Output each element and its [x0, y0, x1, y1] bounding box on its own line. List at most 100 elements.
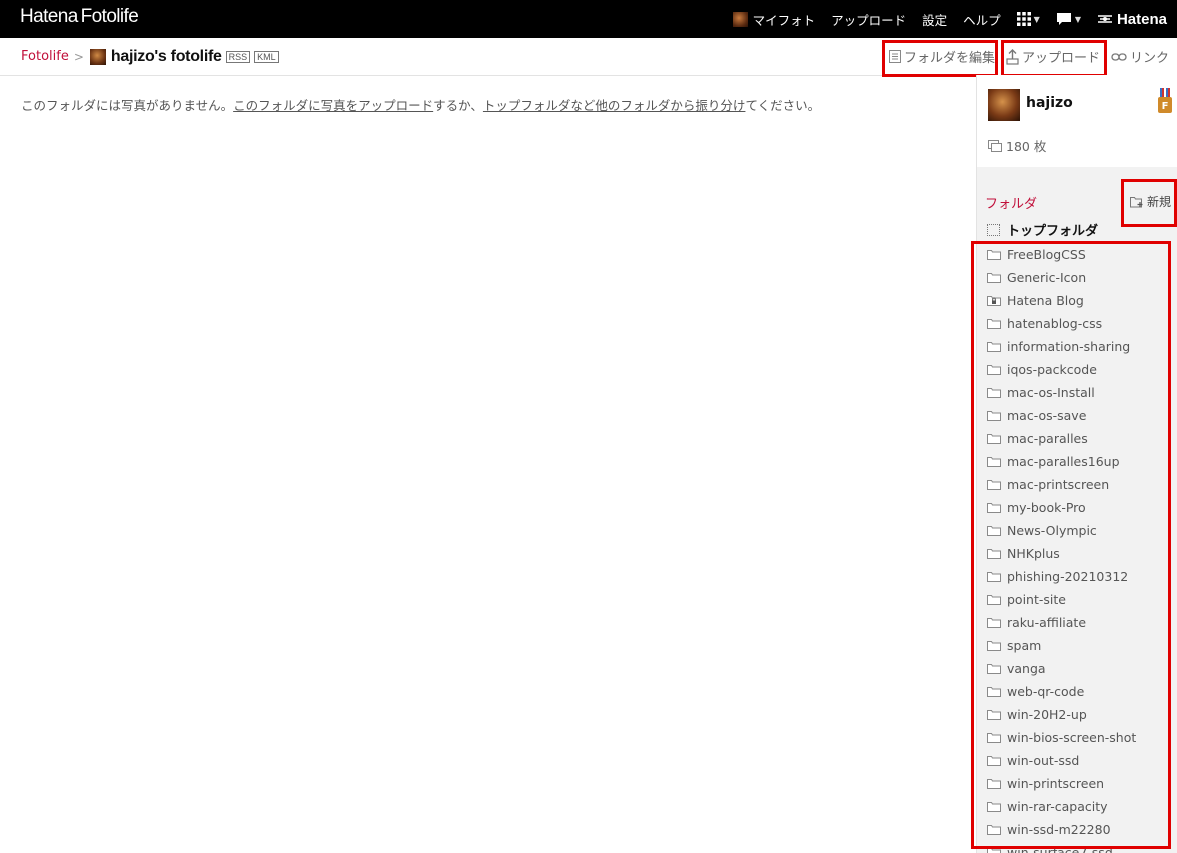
folder-item[interactable]: mac-printscreen [987, 473, 1136, 496]
avatar[interactable] [988, 89, 1020, 121]
folder-item[interactable]: hatenablog-css [987, 312, 1136, 335]
comment-icon [1056, 13, 1071, 25]
photos-icon [988, 139, 1002, 152]
folder-name: win-20H2-up [1007, 707, 1087, 722]
chevron-down-icon: ▼ [1033, 14, 1040, 24]
folder-name: hatenablog-css [1007, 316, 1103, 331]
folder-item[interactable]: mac-os-Install [987, 381, 1136, 404]
folder-icon [987, 365, 1001, 375]
medal-badge-icon[interactable]: F [1157, 88, 1173, 114]
brand-label: Hatena [1116, 10, 1167, 28]
username-link[interactable]: hajizo [1026, 95, 1073, 111]
upload-label: アップロード [1022, 51, 1101, 66]
photo-count-label: 180 枚 [1006, 139, 1047, 154]
folder-icon [987, 549, 1001, 559]
folder-name: NHKplus [1007, 546, 1060, 561]
folder-name: win-ssd-m22280 [1007, 822, 1111, 837]
folder-item[interactable]: win-printscreen [987, 772, 1136, 795]
folder-item[interactable]: win-rar-capacity [987, 795, 1136, 818]
nav-settings[interactable]: 設定 [922, 10, 947, 29]
breadcrumb-fotolife-link[interactable]: Fotolife [21, 49, 69, 64]
folder-icon [987, 250, 1001, 260]
folder-name: News-Olympic [1007, 523, 1097, 538]
folder-item[interactable]: spam [987, 634, 1136, 657]
rss-badge[interactable]: RSS [225, 50, 251, 63]
folder-icon [987, 710, 1001, 720]
top-folder-link[interactable]: トップフォルダ [987, 220, 1098, 239]
folder-item[interactable]: win-20H2-up [987, 703, 1136, 726]
folder-item[interactable]: mac-paralles [987, 427, 1136, 450]
folder-item[interactable]: Generic-Icon [987, 266, 1136, 289]
folder-item[interactable]: NHKplus [987, 542, 1136, 565]
folder-icon [987, 756, 1001, 766]
folder-icon [987, 411, 1001, 421]
folder-icon [987, 802, 1001, 812]
folder-item[interactable]: Hatena Blog [987, 289, 1136, 312]
nav-help[interactable]: ヘルプ [963, 10, 1001, 29]
folder-item[interactable]: News-Olympic [987, 519, 1136, 542]
upload-button[interactable]: アップロード [1006, 38, 1100, 75]
new-folder-button[interactable]: 新規 [1130, 193, 1171, 210]
folder-name: win-rar-capacity [1007, 799, 1108, 814]
folder-item[interactable]: point-site [987, 588, 1136, 611]
locked-folder-icon [987, 296, 1001, 306]
folder-item[interactable]: mac-os-save [987, 404, 1136, 427]
chevron-down-icon: ▼ [1074, 14, 1081, 24]
folder-icon [987, 664, 1001, 674]
hatena-account-link[interactable]: Hatena [1097, 11, 1167, 28]
folder-item[interactable]: FreeBlogCSS [987, 243, 1136, 266]
folder-name: phishing-20210312 [1007, 569, 1129, 584]
folder-name: iqos-packcode [1007, 362, 1097, 377]
folder-item[interactable]: win-ssd-m22280 [987, 818, 1136, 841]
folder-icon [987, 388, 1001, 398]
notifications-button[interactable]: ▼ [1056, 12, 1081, 26]
folder-item[interactable]: mac-paralles16up [987, 450, 1136, 473]
assign-from-other-folder-link[interactable]: トップフォルダなど他のフォルダから振り分け [483, 98, 746, 113]
folder-item[interactable]: win-bios-screen-shot [987, 726, 1136, 749]
page-title[interactable]: hajizo's fotolife [111, 48, 222, 66]
folder-icon [987, 457, 1001, 467]
folder-icon [987, 319, 1001, 329]
folder-name: spam [1007, 638, 1042, 653]
message-text-1: このフォルダには写真がありません。 [21, 98, 234, 113]
folder-name: my-book-Pro [1007, 500, 1086, 515]
folder-icon [987, 342, 1001, 352]
link-button[interactable]: リンク [1111, 38, 1169, 75]
upload-to-folder-link[interactable]: このフォルダに写真をアップロード [233, 98, 433, 113]
folder-name: point-site [1007, 592, 1066, 607]
folders-heading: フォルダ [985, 197, 1038, 212]
folder-item[interactable]: vanga [987, 657, 1136, 680]
profile-card: hajizo F 180 枚 [977, 75, 1177, 167]
fotolife-logo[interactable]: Hatena Fotolife [20, 6, 139, 28]
folder-item[interactable]: information-sharing [987, 335, 1136, 358]
folder-item[interactable]: win-out-ssd [987, 749, 1136, 772]
folder-item[interactable]: my-book-Pro [987, 496, 1136, 519]
apps-grid-icon [1016, 12, 1031, 26]
kml-badge[interactable]: KML [254, 50, 279, 63]
folder-name: mac-paralles [1007, 431, 1088, 446]
folder-item[interactable]: iqos-packcode [987, 358, 1136, 381]
folder-icon [987, 733, 1001, 743]
folder-name: win-printscreen [1007, 776, 1105, 791]
folder-item[interactable]: win-surface7-ssd [987, 841, 1136, 853]
folder-name: win-bios-screen-shot [1007, 730, 1137, 745]
nav-myphoto-label: マイフォト [752, 12, 816, 28]
edit-folder-label: フォルダを編集 [904, 51, 996, 66]
folder-icon [987, 526, 1001, 536]
folder-icon [987, 434, 1001, 444]
edit-folder-button[interactable]: フォルダを編集 [889, 38, 995, 75]
folder-name: mac-printscreen [1007, 477, 1110, 492]
folder-icon [987, 848, 1001, 853]
folder-item[interactable]: raku-affiliate [987, 611, 1136, 634]
folder-item[interactable]: web-qr-code [987, 680, 1136, 703]
nav-upload[interactable]: アップロード [831, 10, 906, 29]
upload-icon [1006, 48, 1019, 65]
nav-myphoto[interactable]: マイフォト [732, 10, 816, 29]
folder-icon [987, 480, 1001, 490]
chain-link-icon [1111, 52, 1127, 61]
folder-item[interactable]: phishing-20210312 [987, 565, 1136, 588]
breadcrumb-separator: > [73, 49, 84, 64]
page-header: Fotolife > hajizo's fotolife RSS KML フォル… [0, 38, 1177, 76]
folder-name: Generic-Icon [1007, 270, 1087, 285]
apps-menu-button[interactable]: ▼ [1016, 12, 1040, 26]
